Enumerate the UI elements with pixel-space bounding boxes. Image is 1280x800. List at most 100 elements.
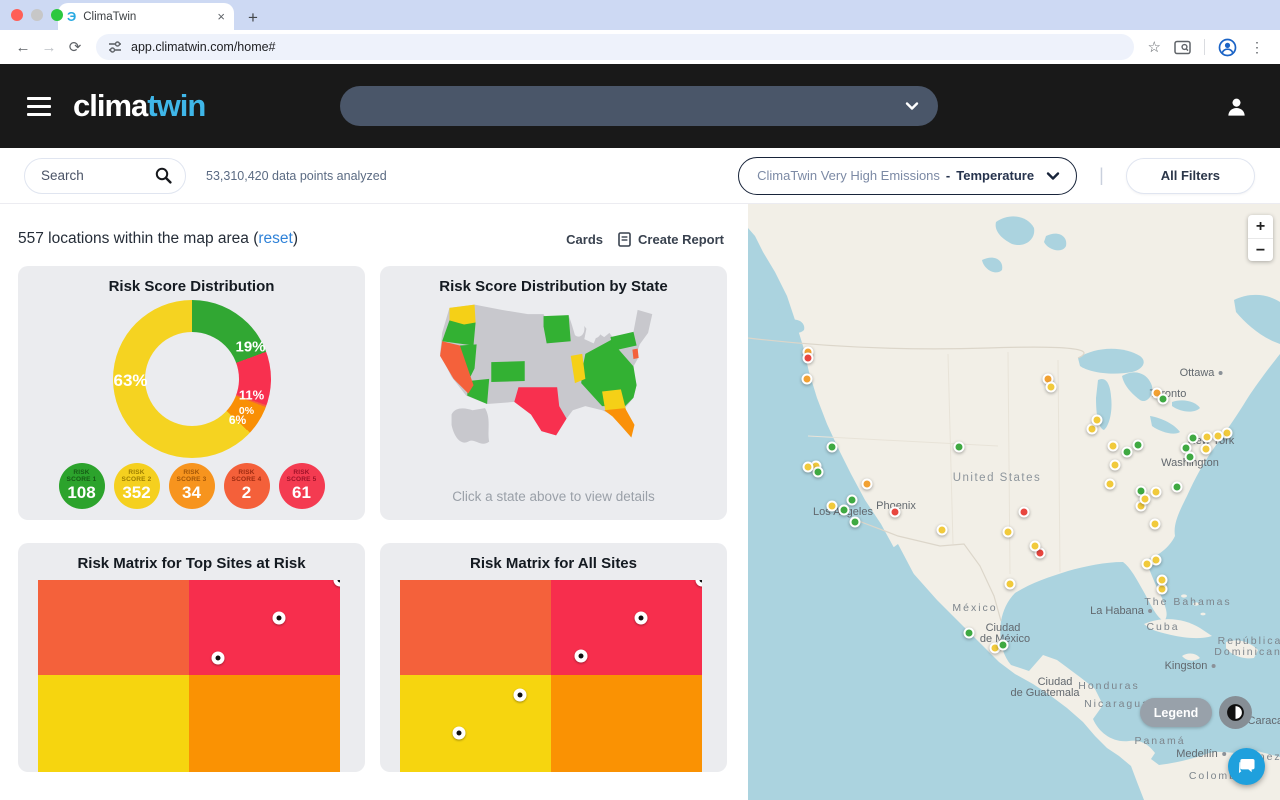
create-report-button[interactable]: Create Report <box>638 232 724 247</box>
map-location-marker[interactable] <box>802 374 813 385</box>
matrix-site-point[interactable] <box>273 612 286 625</box>
search-input[interactable]: Search <box>24 158 186 194</box>
browser-tab[interactable]: Э ClimaTwin × <box>58 3 234 30</box>
map-location-marker[interactable] <box>803 462 814 473</box>
site-settings-icon[interactable] <box>108 40 122 54</box>
chevron-down-icon <box>1046 170 1060 182</box>
map-location-marker[interactable] <box>1019 507 1030 518</box>
map-location-marker[interactable] <box>998 640 1009 651</box>
map-location-marker[interactable] <box>954 442 965 453</box>
map-place-label: de Guatemala <box>1010 687 1079 699</box>
risk-score-donut-chart[interactable]: 19% 11% 0% 6% 63% <box>113 300 271 458</box>
map-place-label: Medellín <box>1176 748 1226 760</box>
user-account-icon[interactable] <box>1225 95 1248 118</box>
menu-kebab-icon[interactable]: ⋮ <box>1250 39 1264 56</box>
chat-bubbles-icon <box>1237 758 1256 775</box>
search-icon[interactable] <box>155 167 172 184</box>
matrix-site-point[interactable] <box>514 689 527 702</box>
all-filters-button[interactable]: All Filters <box>1126 158 1255 194</box>
card-title: Risk Score Distribution <box>18 266 365 295</box>
map-location-marker[interactable] <box>813 467 824 478</box>
map-location-marker[interactable] <box>1150 519 1161 530</box>
map-location-marker[interactable] <box>1185 452 1196 463</box>
risk-score-3-badge[interactable]: RISKSCORE 334 <box>169 463 215 509</box>
map-location-marker[interactable] <box>1005 579 1016 590</box>
reset-link[interactable]: reset <box>258 230 292 247</box>
map-place-label: Caracas <box>1248 715 1280 727</box>
url-text[interactable]: app.climatwin.com/home# <box>131 40 276 54</box>
map-location-marker[interactable] <box>1046 382 1057 393</box>
reload-icon[interactable]: ⟳ <box>62 38 88 56</box>
map-location-marker[interactable] <box>1142 559 1153 570</box>
profile-icon[interactable] <box>1218 38 1237 57</box>
map-location-marker[interactable] <box>1158 394 1169 405</box>
map-location-marker[interactable] <box>839 505 850 516</box>
contrast-toggle-button[interactable] <box>1219 696 1252 729</box>
matrix-site-point[interactable] <box>575 650 588 663</box>
map-location-marker[interactable] <box>827 442 838 453</box>
map-location-marker[interactable] <box>850 517 861 528</box>
map-location-marker[interactable] <box>1151 487 1162 498</box>
map-location-marker[interactable] <box>827 501 838 512</box>
risk-score-1-badge[interactable]: RISKSCORE 1108 <box>59 463 105 509</box>
filter-bar: Search 53,310,420 data points analyzed C… <box>0 148 1280 204</box>
tab-close-icon[interactable]: × <box>217 10 225 23</box>
header-dropdown[interactable] <box>340 86 938 126</box>
map-location-marker[interactable] <box>1122 447 1133 458</box>
risk-score-2-badge[interactable]: RISKSCORE 2352 <box>114 463 160 509</box>
zoom-in-button[interactable]: + <box>1248 215 1273 238</box>
map-location-marker[interactable] <box>1003 527 1014 538</box>
map-location-marker[interactable] <box>937 525 948 536</box>
new-tab-button[interactable]: + <box>248 9 258 26</box>
window-minimize-button[interactable] <box>31 9 43 21</box>
map-canvas[interactable]: + − Legend OttawaTorontoNew YorkWashingt… <box>748 204 1280 800</box>
hamburger-menu-icon[interactable] <box>27 97 51 116</box>
map-location-marker[interactable] <box>1133 440 1144 451</box>
map-location-marker[interactable] <box>862 479 873 490</box>
matrix-site-point[interactable] <box>212 652 225 665</box>
scenario-dropdown[interactable]: ClimaTwin Very High Emissions - Temperat… <box>738 157 1077 195</box>
map-location-marker[interactable] <box>1110 460 1121 471</box>
map-location-marker[interactable] <box>964 628 975 639</box>
bookmark-star-icon[interactable]: ☆ <box>1148 38 1161 56</box>
chat-support-button[interactable] <box>1228 748 1265 785</box>
map-location-marker[interactable] <box>1213 431 1224 442</box>
browser-toolbar: ← → ⟳ app.climatwin.com/home# ☆ ⋮ <box>0 30 1280 64</box>
app-header: climatwin <box>0 64 1280 148</box>
forward-icon[interactable]: → <box>36 39 62 56</box>
legend-button[interactable]: Legend <box>1140 698 1212 727</box>
map-location-marker[interactable] <box>1202 432 1213 443</box>
map-location-marker[interactable] <box>1092 415 1103 426</box>
risk-score-4-badge[interactable]: RISKSCORE 42 <box>224 463 270 509</box>
side-panel-search-icon[interactable] <box>1174 40 1191 55</box>
map-location-marker[interactable] <box>890 507 901 518</box>
map-location-marker[interactable] <box>1172 482 1183 493</box>
matrix-site-point[interactable] <box>453 727 466 740</box>
map-place-label: Dominicana <box>1214 646 1280 658</box>
report-doc-icon <box>618 232 631 247</box>
window-zoom-button[interactable] <box>51 9 63 21</box>
risk-matrix-plot[interactable] <box>400 580 702 772</box>
address-bar[interactable]: app.climatwin.com/home# <box>96 34 1134 60</box>
map-location-marker[interactable] <box>1105 479 1116 490</box>
cards-view-toggle[interactable]: Cards <box>566 232 603 247</box>
us-states-choropleth[interactable] <box>439 301 669 461</box>
map-location-marker[interactable] <box>1108 441 1119 452</box>
map-location-marker[interactable] <box>1157 575 1168 586</box>
map-location-marker[interactable] <box>847 495 858 506</box>
risk-matrix-plot[interactable] <box>38 580 340 772</box>
map-location-marker[interactable] <box>803 353 814 364</box>
map-location-marker[interactable] <box>1030 541 1041 552</box>
map-location-marker[interactable] <box>1188 433 1199 444</box>
back-icon[interactable]: ← <box>10 39 36 56</box>
window-close-button[interactable] <box>11 9 23 21</box>
choropleth-hint-text: Click a state above to view details <box>380 489 727 504</box>
app-logo[interactable]: climatwin <box>73 88 205 124</box>
map-location-marker[interactable] <box>1201 444 1212 455</box>
zoom-out-button[interactable]: − <box>1248 238 1273 261</box>
map-location-marker[interactable] <box>1140 494 1151 505</box>
window-controls[interactable] <box>11 9 63 21</box>
matrix-site-point[interactable] <box>635 612 648 625</box>
risk-score-5-badge[interactable]: RISKSCORE 561 <box>279 463 325 509</box>
contrast-icon <box>1226 703 1245 722</box>
